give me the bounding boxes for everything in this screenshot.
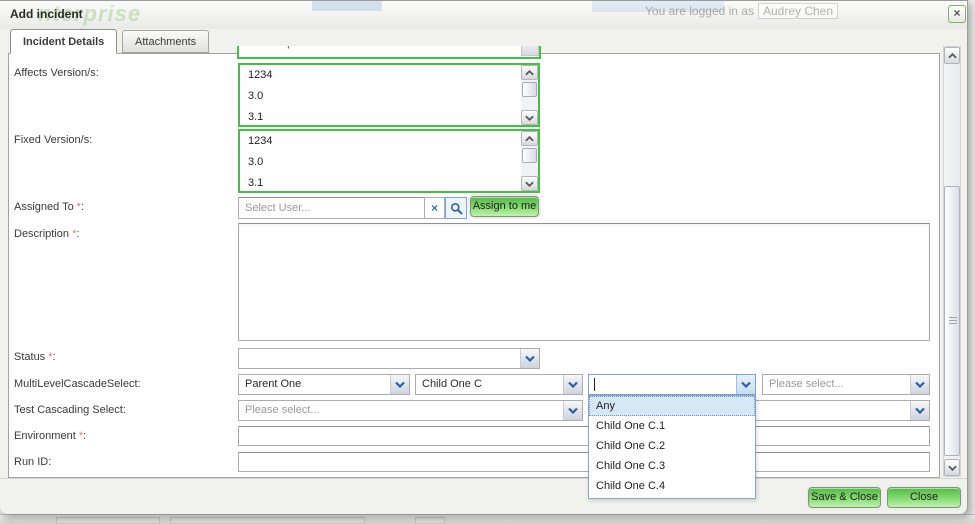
clear-user-button[interactable]: × bbox=[424, 197, 445, 219]
issue-type-select-cutoff[interactable]: Test Script Execution bbox=[237, 46, 541, 59]
status-label: Status *: bbox=[14, 351, 56, 363]
run-id-label: Run ID: bbox=[14, 456, 51, 468]
cascade-select-level2[interactable]: Child One C bbox=[415, 374, 583, 395]
description-label: Description *: bbox=[14, 228, 79, 240]
dialog-titlebar[interactable]: nterprise You are logged in asAudrey Che… bbox=[0, 1, 967, 29]
assigned-to-label-text: Assigned To bbox=[14, 201, 77, 213]
scroll-down-icon[interactable] bbox=[944, 459, 960, 476]
logged-in-user: Audrey Chen bbox=[758, 3, 838, 19]
cascade-level4-placeholder: Please select... bbox=[769, 375, 844, 394]
save-and-close-button[interactable]: Save & Close bbox=[808, 487, 881, 508]
dialog-close-button[interactable]: × bbox=[948, 5, 966, 23]
text-caret bbox=[594, 378, 595, 391]
assigned-to-input[interactable] bbox=[238, 197, 425, 219]
list-item[interactable]: 3.0 bbox=[240, 86, 538, 107]
listbox-scrollbar[interactable] bbox=[521, 65, 538, 125]
chevron-down-icon[interactable] bbox=[520, 349, 539, 368]
logged-in-text: You are logged in as bbox=[645, 4, 754, 18]
test-cascading-label: Test Cascading Select: bbox=[14, 404, 126, 416]
option-child-one-c2[interactable]: Child One C.2 bbox=[589, 436, 755, 456]
scrollbar-thumb[interactable] bbox=[944, 186, 960, 456]
cascade-select-level3[interactable] bbox=[588, 374, 756, 395]
list-item[interactable]: 3.1 bbox=[240, 173, 538, 194]
environment-label-text: Environment bbox=[14, 430, 79, 442]
chevron-down-icon[interactable] bbox=[563, 401, 582, 420]
run-id-input[interactable] bbox=[238, 452, 930, 472]
option-child-one-c3[interactable]: Child One C.3 bbox=[589, 456, 755, 476]
fixed-version-listbox[interactable]: 1234 3.0 3.1 bbox=[238, 129, 540, 193]
tab-incident-details[interactable]: Incident Details bbox=[10, 29, 117, 54]
label-colon: : bbox=[53, 351, 56, 363]
dialog-title: Add incident bbox=[10, 7, 83, 21]
list-item[interactable]: 3.0 bbox=[240, 152, 538, 173]
chevron-down-icon[interactable] bbox=[910, 401, 929, 420]
list-item[interactable]: 1234 bbox=[240, 131, 538, 152]
scrollbar-thumb[interactable] bbox=[522, 82, 537, 97]
background-header-fragment bbox=[312, 1, 382, 11]
description-label-text: Description bbox=[14, 228, 72, 240]
chevron-down-icon[interactable] bbox=[390, 375, 409, 394]
chevron-down-icon[interactable] bbox=[563, 375, 582, 394]
background-toolbar-fragment bbox=[170, 517, 365, 524]
list-item[interactable]: 1234 bbox=[240, 65, 538, 86]
chevron-down-icon[interactable] bbox=[910, 375, 929, 394]
cascade-level1-value: Parent One bbox=[245, 375, 301, 394]
scroll-up-icon[interactable] bbox=[521, 65, 538, 80]
scrollbar-grip bbox=[949, 317, 957, 325]
option-any[interactable]: Any bbox=[589, 396, 755, 416]
assign-to-me-button[interactable]: Assign to me bbox=[470, 196, 539, 217]
listbox-scrollbar[interactable] bbox=[521, 131, 538, 191]
scroll-down-icon[interactable] bbox=[521, 176, 538, 191]
chevron-down-icon[interactable] bbox=[521, 46, 539, 56]
scroll-up-icon[interactable] bbox=[521, 131, 538, 146]
cascade-select-level4[interactable]: Please select... bbox=[762, 374, 930, 395]
affects-version-label: Affects Version/s: bbox=[14, 67, 99, 79]
logged-in-status: You are logged in as Audrey Chen bbox=[645, 4, 838, 18]
multilevel-cascade-label: MultiLevelCascadeSelect: bbox=[14, 378, 141, 390]
scroll-down-icon[interactable] bbox=[521, 110, 538, 125]
close-icon: × bbox=[953, 6, 960, 20]
dialog-scrollbar[interactable] bbox=[943, 46, 961, 477]
cascade-options-list: Any Child One C.1 Child One C.2 Child On… bbox=[588, 395, 756, 499]
search-icon bbox=[450, 202, 463, 215]
search-user-button[interactable] bbox=[445, 197, 467, 219]
background-toolbar-fragment bbox=[56, 517, 160, 524]
label-colon: : bbox=[76, 228, 79, 240]
affects-version-listbox[interactable]: 1234 3.0 3.1 bbox=[238, 63, 540, 127]
status-select[interactable] bbox=[238, 348, 540, 369]
list-item[interactable]: 3.1 bbox=[240, 107, 538, 128]
chevron-down-icon[interactable] bbox=[736, 375, 755, 394]
test-cascading-select1-placeholder: Please select... bbox=[245, 401, 320, 420]
scroll-up-icon[interactable] bbox=[944, 47, 960, 64]
environment-label: Environment *: bbox=[14, 430, 86, 442]
environment-input[interactable] bbox=[238, 426, 930, 446]
cascade-level2-value: Child One C bbox=[422, 375, 482, 394]
add-incident-dialog: nterprise You are logged in asAudrey Che… bbox=[0, 0, 968, 514]
cascade-select-level1[interactable]: Parent One bbox=[238, 374, 410, 395]
option-child-one-c1[interactable]: Child One C.1 bbox=[589, 416, 755, 436]
background-toolbar-fragment bbox=[415, 517, 445, 524]
screen: nterprise You are logged in asAudrey Che… bbox=[0, 0, 975, 524]
label-colon: : bbox=[83, 430, 86, 442]
fixed-version-label: Fixed Version/s: bbox=[14, 134, 92, 146]
test-cascading-select1[interactable]: Please select... bbox=[238, 400, 583, 421]
close-button[interactable]: Close bbox=[887, 487, 961, 508]
label-colon: : bbox=[81, 201, 84, 213]
scrollbar-thumb[interactable] bbox=[522, 148, 537, 163]
clear-icon: × bbox=[431, 201, 438, 215]
description-textarea[interactable] bbox=[238, 223, 930, 341]
option-child-one-c4[interactable]: Child One C.4 bbox=[589, 476, 755, 496]
issue-type-select-value: Test Script Execution bbox=[245, 46, 348, 49]
assigned-to-label: Assigned To *: bbox=[14, 201, 84, 213]
status-label-text: Status bbox=[14, 351, 48, 363]
tab-attachments[interactable]: Attachments bbox=[122, 30, 209, 53]
